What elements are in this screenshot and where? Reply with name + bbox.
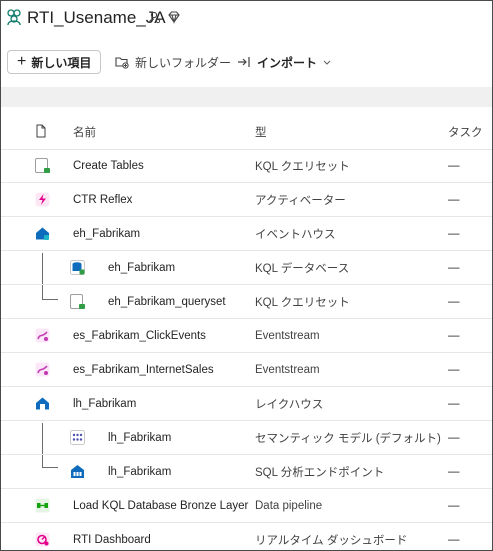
item-type: KQL クエリセット <box>255 160 350 173</box>
item-name[interactable]: lh_Fabrikam <box>108 455 171 488</box>
item-task: — <box>448 295 460 308</box>
eventhouse-icon <box>36 227 49 240</box>
workspace-title: RTI_Usename_JA <box>27 8 166 27</box>
item-name[interactable]: Load KQL Database Bronze Layer <box>73 489 248 522</box>
item-name[interactable]: eh_Fabrikam <box>108 251 175 284</box>
item-type: Eventstream <box>255 329 320 342</box>
item-type: KQL データベース <box>255 262 350 275</box>
item-task: — <box>448 533 460 546</box>
table-row[interactable]: CTR Reflex アクティベーター — <box>1 183 492 217</box>
item-name[interactable]: lh_Fabrikam <box>73 387 136 420</box>
kql-queryset-icon <box>70 294 85 309</box>
item-task: — <box>448 227 460 240</box>
kql-queryset-icon <box>35 158 50 173</box>
item-name[interactable]: RTI Dashboard <box>73 523 151 550</box>
item-task: — <box>448 329 460 342</box>
table-row[interactable]: eh_Fabrikam イベントハウス — <box>1 217 492 251</box>
new-folder-button[interactable]: 新しいフォルダー <box>115 50 231 74</box>
lakehouse-icon <box>36 397 49 410</box>
table-row[interactable]: RTI Dashboard リアルタイム ダッシュボード — <box>1 523 492 550</box>
sql-endpoint-icon <box>71 465 84 478</box>
table-row[interactable]: lh_Fabrikam SQL 分析エンドポイント — <box>1 455 492 489</box>
item-type: リアルタイム ダッシュボード <box>255 534 408 547</box>
eventstream-icon <box>35 328 50 343</box>
item-name[interactable]: es_Fabrikam_InternetSales <box>73 353 214 386</box>
table-row[interactable]: eh_Fabrikam KQL データベース — <box>1 251 492 285</box>
person-settings-icon[interactable] <box>147 10 161 24</box>
item-type: Data pipeline <box>255 499 323 512</box>
item-name[interactable]: CTR Reflex <box>73 183 132 216</box>
item-task: — <box>448 261 460 274</box>
new-item-button[interactable]: + 新しい項目 <box>7 50 102 74</box>
table-row[interactable]: Create Tables KQL クエリセット — <box>1 149 492 183</box>
table-row[interactable]: lh_Fabrikam セマンティック モデル (デフォルト) — <box>1 421 492 455</box>
dashboard-icon <box>35 532 50 547</box>
plus-icon: + <box>17 53 27 70</box>
import-icon <box>238 57 250 67</box>
item-type: SQL 分析エンドポイント <box>255 466 385 479</box>
item-task: — <box>448 363 460 376</box>
premium-diamond-icon[interactable] <box>167 10 181 24</box>
item-type: Eventstream <box>255 363 320 376</box>
file-type-icon[interactable] <box>34 124 48 138</box>
column-header-type[interactable]: 型 <box>255 115 267 149</box>
import-button[interactable]: インポート <box>237 50 332 74</box>
chevron-down-icon <box>323 60 331 65</box>
item-type: アクティベーター <box>255 194 346 207</box>
table-row[interactable]: es_Fabrikam_ClickEvents Eventstream — <box>1 319 492 353</box>
import-label: インポート <box>257 55 318 70</box>
semantic-model-icon <box>70 430 85 445</box>
workspace-window: RTI_Usename_JA + 新しい項目 新しいフォルダー インポート 名前… <box>0 0 493 551</box>
pipeline-icon <box>35 498 50 513</box>
table-header: 名前 型 タスク <box>1 115 492 150</box>
new-folder-icon <box>115 57 129 69</box>
item-name[interactable]: eh_Fabrikam_queryset <box>108 285 226 318</box>
table-row[interactable]: lh_Fabrikam レイクハウス — <box>1 387 492 421</box>
column-header-task[interactable]: タスク <box>448 115 483 149</box>
item-task: — <box>448 465 460 478</box>
item-task: — <box>448 499 460 512</box>
filter-band <box>1 87 492 107</box>
table-row[interactable]: es_Fabrikam_InternetSales Eventstream — <box>1 353 492 387</box>
eventstream-icon <box>35 362 50 377</box>
item-type: セマンティック モデル (デフォルト) <box>255 432 441 445</box>
item-task: — <box>448 193 460 206</box>
activator-icon <box>35 192 50 207</box>
item-task: — <box>448 431 460 444</box>
table-row[interactable]: eh_Fabrikam_queryset KQL クエリセット — <box>1 285 492 319</box>
new-item-label: 新しい項目 <box>31 55 92 70</box>
workspace-header: RTI_Usename_JA <box>1 1 492 37</box>
item-name[interactable]: eh_Fabrikam <box>73 217 140 250</box>
workspace-icon <box>7 9 21 26</box>
table-row[interactable]: Load KQL Database Bronze Layer Data pipe… <box>1 489 492 523</box>
item-task: — <box>448 397 460 410</box>
command-toolbar: + 新しい項目 新しいフォルダー インポート <box>1 45 492 81</box>
kql-database-icon <box>70 260 85 275</box>
item-type: レイクハウス <box>255 398 324 411</box>
new-folder-label: 新しいフォルダー <box>135 55 232 70</box>
item-type: イベントハウス <box>255 228 336 241</box>
item-name[interactable]: Create Tables <box>73 149 144 182</box>
item-name[interactable]: es_Fabrikam_ClickEvents <box>73 319 206 352</box>
column-header-name[interactable]: 名前 <box>73 115 96 149</box>
item-type: KQL クエリセット <box>255 296 350 309</box>
item-name[interactable]: lh_Fabrikam <box>108 421 171 454</box>
item-task: — <box>448 159 460 172</box>
